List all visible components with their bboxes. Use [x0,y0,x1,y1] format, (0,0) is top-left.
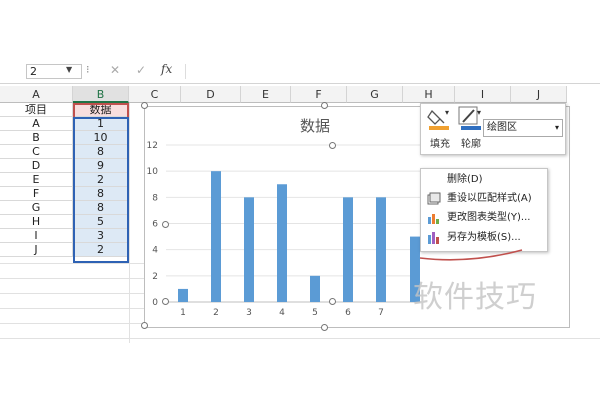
watermark: 软件技巧 [413,280,537,315]
underline-annotation [419,249,523,261]
